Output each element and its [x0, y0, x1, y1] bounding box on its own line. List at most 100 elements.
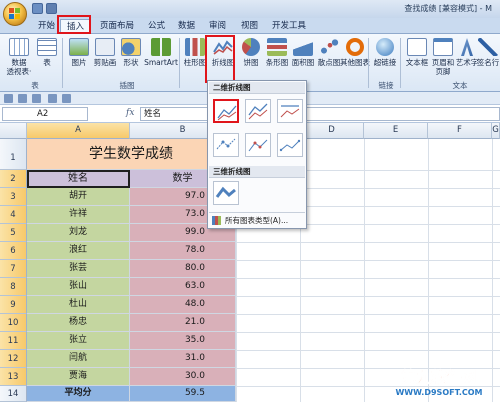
all-chart-types-link[interactable]: 所有图表类型(A)...	[209, 212, 305, 228]
undo-icon[interactable]	[46, 3, 57, 14]
student-name-cell[interactable]: 杨忠	[27, 314, 130, 332]
group-separator	[400, 38, 401, 88]
row-header-13[interactable]: 13	[0, 368, 27, 386]
line-chart-option[interactable]	[213, 99, 239, 123]
student-name-cell[interactable]: 许祥	[27, 206, 130, 224]
picture-icon	[69, 38, 89, 56]
print-icon[interactable]	[48, 94, 57, 103]
stacked-line-markers-option[interactable]	[245, 133, 271, 157]
percent-line-markers-option[interactable]	[277, 133, 303, 157]
line-chart-dropdown: 二维折线图 三维折线图 所有图表类型(A)...	[207, 80, 307, 229]
tab-view[interactable]: 视图	[235, 19, 264, 34]
hyperlink-icon	[376, 38, 394, 56]
save-icon[interactable]	[4, 94, 13, 103]
corner-select-all[interactable]	[0, 123, 27, 139]
row-header-14[interactable]: 14	[0, 386, 27, 402]
row-header-9[interactable]: 9	[0, 296, 27, 314]
student-score-cell[interactable]: 31.0	[130, 350, 236, 368]
tab-review[interactable]: 审阅	[203, 19, 232, 34]
chart-icon[interactable]	[62, 94, 71, 103]
column-header-a[interactable]: A	[27, 123, 130, 139]
office-button[interactable]	[3, 2, 27, 26]
student-score-cell[interactable]: 48.0	[130, 296, 236, 314]
row-header-11[interactable]: 11	[0, 332, 27, 350]
group-separator	[62, 38, 63, 88]
fx-icon[interactable]: fx	[126, 108, 134, 118]
formula-input[interactable]: 姓名	[140, 107, 500, 121]
signature-button[interactable]: 签名行	[476, 36, 500, 78]
clipart-icon	[95, 38, 115, 56]
column-header-g[interactable]: G	[492, 123, 500, 139]
shapes-button[interactable]: 形状	[116, 36, 146, 78]
student-name-cell[interactable]: 贾海	[27, 368, 130, 386]
redo-icon[interactable]	[32, 94, 41, 103]
grid-line	[364, 139, 365, 402]
student-name-cell[interactable]: 闫航	[27, 350, 130, 368]
row-header-2[interactable]: 2	[0, 170, 27, 188]
pivot-table-button[interactable]: 数据 透视表·	[4, 36, 34, 78]
section-2d-line: 二维折线图	[209, 82, 305, 94]
other-charts-button[interactable]: 其他图表	[340, 36, 370, 78]
row-header-12[interactable]: 12	[0, 350, 27, 368]
stacked-line-option[interactable]	[245, 99, 271, 123]
header-footer-icon	[433, 38, 453, 56]
pivot-table-label2: 透视表·	[6, 67, 32, 76]
column-header-f[interactable]: F	[428, 123, 492, 139]
student-score-cell[interactable]: 35.0	[130, 332, 236, 350]
line-chart-button[interactable]: 折线图	[208, 36, 238, 78]
row-header-10[interactable]: 10	[0, 314, 27, 332]
tab-page-layout[interactable]: 页面布局	[94, 19, 140, 34]
row-header-6[interactable]: 6	[0, 242, 27, 260]
student-name-cell[interactable]: 杜山	[27, 296, 130, 314]
student-score-cell[interactable]: 30.0	[130, 368, 236, 386]
student-score-cell[interactable]: 78.0	[130, 242, 236, 260]
section-3d-line: 三维折线图	[209, 166, 305, 178]
pie-chart-icon	[242, 38, 260, 56]
student-score-cell[interactable]: 63.0	[130, 278, 236, 296]
row-header-3[interactable]: 3	[0, 188, 27, 206]
tab-insert[interactable]: 插入	[60, 19, 92, 34]
header-name-cell[interactable]: 姓名	[27, 170, 130, 188]
row-header-7[interactable]: 7	[0, 260, 27, 278]
row-header-5[interactable]: 5	[0, 224, 27, 242]
student-name-cell[interactable]: 张山	[27, 278, 130, 296]
table-button[interactable]: 表	[32, 36, 62, 78]
student-name-cell[interactable]: 刘龙	[27, 224, 130, 242]
tab-home[interactable]: 开始	[32, 19, 61, 34]
average-label-cell[interactable]: 平均分	[27, 386, 130, 402]
group-label-links: 链接	[378, 81, 394, 90]
smartart-button[interactable]: SmartArt	[144, 36, 178, 78]
average-value-cell[interactable]: 59.5	[130, 386, 236, 402]
student-name-cell[interactable]: 张芸	[27, 260, 130, 278]
student-score-cell[interactable]: 80.0	[130, 260, 236, 278]
group-label-text: 文本	[452, 81, 468, 90]
save-icon[interactable]	[32, 3, 43, 14]
all-chart-types-icon	[212, 216, 221, 225]
scatter-chart-icon	[319, 38, 339, 56]
student-name-cell[interactable]: 胡开	[27, 188, 130, 206]
column-header-e[interactable]: E	[364, 123, 428, 139]
student-name-cell[interactable]: 张立	[27, 332, 130, 350]
tab-data[interactable]: 数据	[172, 19, 201, 34]
percent-stacked-line-option[interactable]	[277, 99, 303, 123]
3d-line-option[interactable]	[213, 181, 239, 205]
undo-icon[interactable]	[18, 94, 27, 103]
hyperlink-button[interactable]: 超链接	[370, 36, 400, 78]
sheet-title-cell[interactable]: 学生数学成绩	[27, 139, 236, 170]
column-chart-button[interactable]: 柱形图	[180, 36, 210, 78]
name-box[interactable]: A2	[2, 107, 88, 121]
stacked-line-icon	[248, 103, 268, 120]
tab-formulas[interactable]: 公式	[142, 19, 171, 34]
signature-label: 签名行	[476, 58, 500, 67]
student-name-cell[interactable]: 浪红	[27, 242, 130, 260]
row-header-1[interactable]: 1	[0, 139, 27, 170]
row-header-4[interactable]: 4	[0, 206, 27, 224]
pivot-table-icon	[9, 38, 29, 56]
row-header-8[interactable]: 8	[0, 278, 27, 296]
column-header-d[interactable]: D	[300, 123, 364, 139]
tab-developer[interactable]: 开发工具	[266, 19, 312, 34]
line-markers-option[interactable]	[213, 133, 239, 157]
textbox-icon	[407, 38, 427, 56]
svg-text:WWW.D9SOFT.COM: WWW.D9SOFT.COM	[395, 388, 482, 397]
student-score-cell[interactable]: 21.0	[130, 314, 236, 332]
